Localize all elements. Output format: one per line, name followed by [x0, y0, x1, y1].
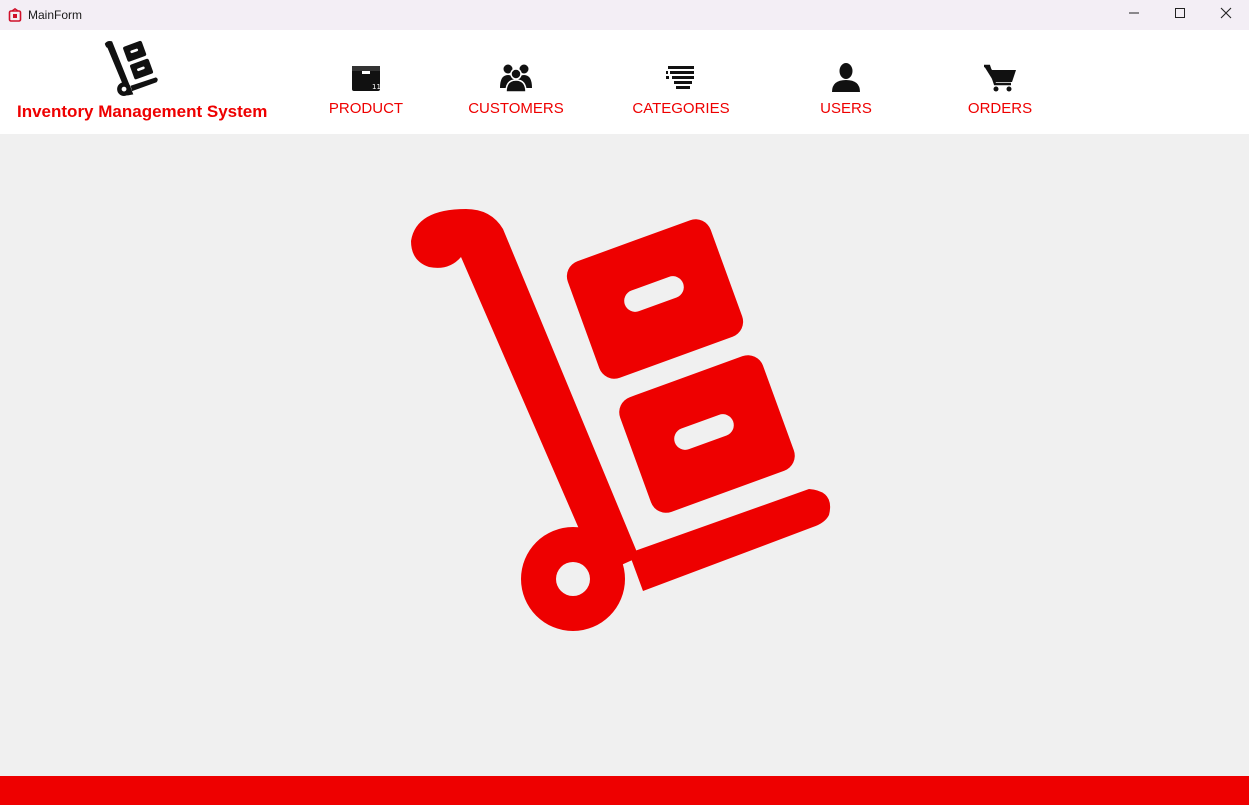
- maximize-button[interactable]: [1157, 0, 1203, 30]
- window-controls: [1111, 0, 1249, 30]
- nav-categories[interactable]: CATEGORIES: [620, 60, 742, 120]
- app-red-icon: [8, 8, 22, 22]
- maximize-icon: [1174, 6, 1186, 24]
- people-group-icon: [499, 60, 533, 94]
- nav-customers[interactable]: CUSTOMERS: [456, 60, 576, 120]
- svg-text:11: 11: [372, 83, 381, 91]
- main-content: [0, 134, 1249, 776]
- footer-bar: [0, 776, 1249, 805]
- hand-truck-icon: [102, 40, 158, 96]
- window-titlebar[interactable]: MainForm: [0, 0, 1249, 30]
- nav-label: CATEGORIES: [632, 100, 730, 117]
- close-icon: [1220, 6, 1232, 24]
- minimize-icon: [1128, 6, 1140, 24]
- window-title: MainForm: [28, 8, 83, 22]
- user-icon: [829, 60, 863, 94]
- nav-label: ORDERS: [967, 100, 1033, 117]
- app-header: Inventory Management System 11 PRODUCT C…: [0, 30, 1249, 134]
- hand-truck-icon: [411, 209, 831, 631]
- close-button[interactable]: [1203, 0, 1249, 30]
- app-name: Inventory Management System: [17, 102, 268, 121]
- minimize-button[interactable]: [1111, 0, 1157, 30]
- nav-orders[interactable]: ORDERS: [955, 60, 1045, 120]
- box-icon: 11: [349, 60, 383, 94]
- nav-label: USERS: [820, 100, 872, 117]
- list-lines-icon: [664, 60, 698, 94]
- nav-label: PRODUCT: [328, 100, 404, 117]
- nav-label: CUSTOMERS: [468, 100, 564, 117]
- nav-product[interactable]: 11 PRODUCT: [316, 60, 416, 120]
- nav-users[interactable]: USERS: [806, 60, 886, 120]
- cart-icon: [983, 60, 1017, 94]
